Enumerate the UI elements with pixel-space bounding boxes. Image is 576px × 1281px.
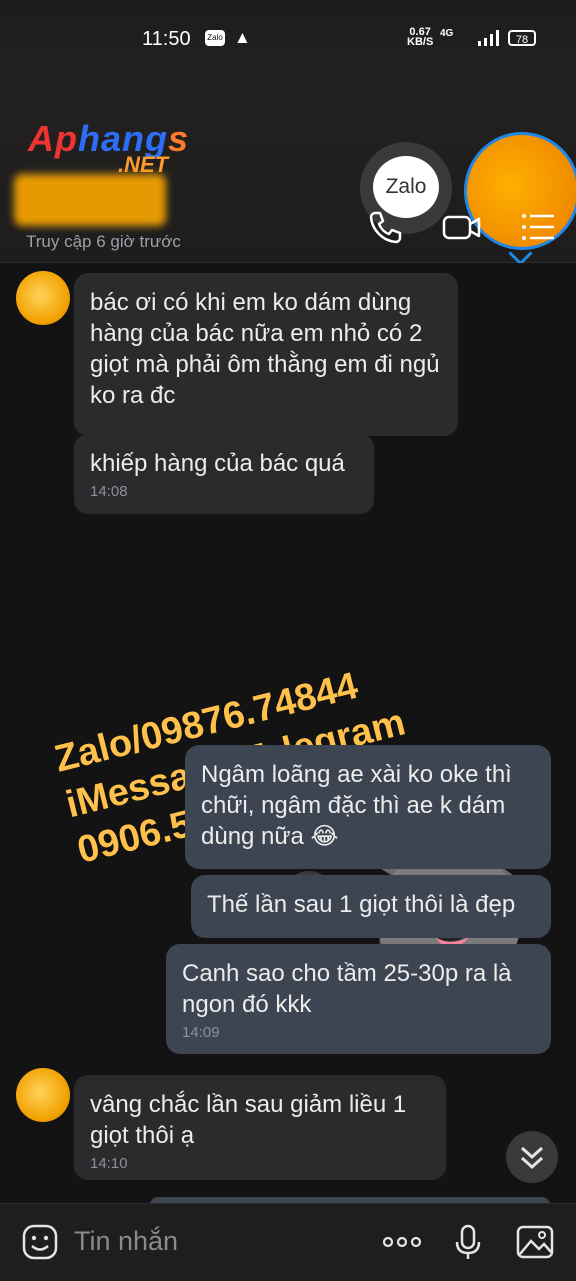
contact-avatar[interactable] xyxy=(16,1068,70,1122)
message-bubble-received[interactable]: khiếp hàng của bác quá 14:08 xyxy=(74,434,374,514)
message-bubble-sent[interactable]: Ngâm loãng ae xài ko oke thì chữi, ngâm … xyxy=(185,745,551,869)
contact-name-redacted[interactable] xyxy=(14,174,166,226)
more-dots-icon xyxy=(382,1236,422,1248)
clock: 11:50 xyxy=(142,28,191,50)
emoji-icon xyxy=(22,1224,58,1260)
voice-message-button[interactable] xyxy=(448,1222,488,1262)
chat-menu-button[interactable] xyxy=(517,206,559,248)
message-time: 14:09 xyxy=(182,1024,220,1041)
message-input[interactable]: Tin nhắn xyxy=(74,1226,178,1257)
status-bar: 11:50 Zalo ▲ 0.67 KB/S 4G 78 xyxy=(0,0,576,70)
message-bubble-received[interactable]: vâng chắc lần sau giảm liều 1 giọt thôi … xyxy=(74,1075,446,1180)
network-type: 4G xyxy=(440,28,454,39)
message-bubble-sent[interactable]: Canh sao cho tầm 25-30p ra là ngon đó kk… xyxy=(166,944,551,1054)
net-speed: 0.67 KB/S xyxy=(407,26,434,48)
message-time: 14:08 xyxy=(90,483,128,500)
video-call-button[interactable] xyxy=(441,206,483,248)
message-time: 14:10 xyxy=(90,1155,128,1172)
message-input-bar: Tin nhắn xyxy=(0,1203,576,1281)
message-bubble-received[interactable]: bác ơi có khi em ko dám dùng hàng của bá… xyxy=(74,273,458,436)
sticker-button[interactable] xyxy=(20,1222,60,1262)
send-image-button[interactable] xyxy=(515,1222,555,1262)
chat-header: Aphangs .NET Zalo Truy cập 6 giờ trước xyxy=(0,70,576,263)
menu-list-icon xyxy=(522,214,554,240)
warning-icon: ▲ xyxy=(234,28,251,47)
voice-call-button[interactable] xyxy=(364,206,406,248)
scroll-to-bottom-button[interactable] xyxy=(506,1131,558,1183)
battery-icon: 78 xyxy=(508,30,536,46)
last-seen-status: Truy cập 6 giờ trước xyxy=(26,232,181,251)
signal-icon xyxy=(478,30,499,46)
chevron-double-down-icon xyxy=(520,1146,544,1170)
microphone-icon xyxy=(455,1224,481,1259)
more-options-button[interactable] xyxy=(382,1222,422,1262)
zalo-notification-icon: Zalo xyxy=(205,30,225,46)
message-bubble-sent[interactable]: Thế lần sau 1 giọt thôi là đẹp xyxy=(191,875,551,938)
message-list[interactable]: bác ơi có khi em ko dám dùng hàng của bá… xyxy=(0,263,576,1205)
contact-avatar[interactable] xyxy=(16,271,70,325)
video-camera-icon xyxy=(442,215,481,240)
image-icon xyxy=(516,1225,554,1259)
phone-icon xyxy=(369,211,402,244)
